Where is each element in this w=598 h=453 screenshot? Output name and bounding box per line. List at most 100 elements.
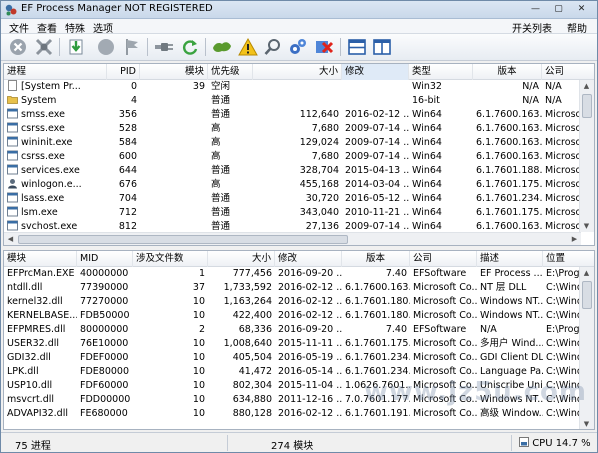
process-cell-size [253, 94, 342, 108]
col-type[interactable]: 类型 [409, 64, 473, 80]
module-cell-count: 10 [192, 338, 205, 349]
cpu-usage-text: CPU 14.7 % [532, 438, 591, 449]
process-row[interactable]: csrss.exe 600 高 7,680 2009-07-14 ... Win64 6.1… [4, 150, 594, 164]
scroll-right-arrow-icon[interactable]: ▶ [568, 233, 581, 245]
process-cell-version: 6.1.7601.175... [476, 179, 542, 190]
module-row[interactable]: kernel32.dll 77270000 10 1,163,264 2016-02-1… [4, 295, 594, 309]
col-file-count[interactable]: 涉及文件数 [133, 251, 208, 267]
process-cell-type: Win64 [412, 109, 442, 120]
module-row[interactable]: ADVAPI32.dll FE680000 10 880,128 2016-02-12 … [4, 407, 594, 421]
module-cell-version: 7.40 [385, 268, 407, 279]
process-cell-pid: 712 [118, 207, 137, 218]
process-icon [7, 192, 18, 203]
col-mod-company[interactable]: 公司 [410, 251, 477, 267]
module-cell-name: EFPMRES.dll [7, 324, 66, 335]
process-row[interactable]: [System Pr... 0 39 空闲 Win32 N/A N/A [4, 80, 594, 94]
menu-options[interactable]: 选项 [93, 20, 113, 35]
scroll-up-arrow-icon[interactable]: ▲ [580, 267, 593, 279]
circle-icon[interactable] [94, 36, 118, 58]
scroll-up-arrow-icon[interactable]: ▲ [580, 80, 593, 92]
module-row[interactable]: GDI32.dll FDEF0000 10 405,504 2016-05-19 ...… [4, 351, 594, 365]
search-icon[interactable] [261, 36, 285, 58]
process-vscrollbar[interactable]: ▲ ▼ [579, 80, 594, 232]
module-cell-size: 777,456 [232, 268, 272, 279]
process-row[interactable]: csrss.exe 528 高 7,680 2009-07-14 ... Win64 6.1… [4, 122, 594, 136]
settings-icon[interactable] [286, 36, 310, 58]
process-hscrollbar[interactable]: ◀ ▶ [4, 232, 581, 245]
col-mod-version[interactable]: 版本 [342, 251, 410, 267]
process-cell-version: 6.1.7600.163... [476, 109, 542, 120]
module-cell-name: kernel32.dll [7, 296, 63, 307]
process-cell-size: 455,168 [299, 179, 339, 190]
flag-icon[interactable] [120, 36, 144, 58]
process-row[interactable]: lsass.exe 704 普通 30,720 2016-05-12 ... Win64 6… [4, 192, 594, 206]
scroll-left-arrow-icon[interactable]: ◀ [4, 233, 17, 245]
col-process[interactable]: 进程 [4, 64, 107, 80]
process-cell-name: services.exe [4, 164, 107, 178]
warning-icon[interactable] [236, 36, 260, 58]
minimize-button[interactable]: — [527, 3, 544, 15]
map-icon[interactable] [210, 36, 234, 58]
process-row[interactable]: wininit.exe 584 高 129,024 2009-07-14 ... Win6… [4, 136, 594, 150]
process-row[interactable]: lsm.exe 712 普通 343,040 2010-11-21 ... Win64 6.… [4, 206, 594, 220]
kill-icon[interactable] [32, 36, 56, 58]
col-version[interactable]: 版本 [473, 64, 542, 80]
module-cell-count: 37 [192, 282, 205, 293]
status-divider [511, 435, 512, 451]
module-cell-name: GDI32.dll [7, 352, 51, 363]
col-size[interactable]: 大小 [253, 64, 342, 80]
col-description[interactable]: 描述 [477, 251, 543, 267]
process-cell-pid: 528 [118, 123, 137, 134]
scroll-down-arrow-icon[interactable]: ▼ [580, 418, 593, 429]
col-mod-size[interactable]: 大小 [208, 251, 275, 267]
col-mod-modified[interactable]: 修改 [275, 251, 342, 267]
module-vscroll-thumb[interactable] [582, 281, 592, 309]
process-cell-size: 7,680 [311, 151, 339, 162]
menu-switch-list[interactable]: 开关列表 [512, 20, 552, 35]
scroll-down-arrow-icon[interactable]: ▼ [580, 220, 593, 232]
process-row[interactable]: winlogon.e... 676 高 455,168 2014-03-04 ... Wi… [4, 178, 594, 192]
module-row[interactable]: EFPMRES.dll 80000000 2 68,336 2016-09-20 ...… [4, 323, 594, 337]
process-row[interactable]: services.exe 644 普通 328,704 2015-04-13 ... Wi… [4, 164, 594, 178]
window-icon[interactable] [370, 36, 394, 58]
plug-icon[interactable] [152, 36, 176, 58]
stop-icon[interactable] [6, 36, 30, 58]
col-module[interactable]: 模块 [4, 251, 77, 267]
col-location[interactable]: 位置 [543, 251, 594, 267]
process-icon [7, 108, 18, 119]
col-modified[interactable]: 修改 [342, 64, 409, 80]
layout-icon[interactable] [345, 36, 369, 58]
menu-special[interactable]: 特殊 [65, 20, 85, 35]
process-row[interactable]: System 4 普通 16-bit N/A N/A [4, 94, 594, 108]
process-row[interactable]: smss.exe 356 普通 112,640 2016-02-12 ... Win64 6… [4, 108, 594, 122]
download-icon[interactable] [64, 36, 88, 58]
process-vscroll-thumb[interactable] [582, 94, 592, 118]
module-row[interactable]: KERNELBASE.... FDB50000 10 422,400 2016-02-1… [4, 309, 594, 323]
col-company[interactable]: 公司 [542, 64, 594, 80]
close-button[interactable]: ✕ [573, 3, 590, 15]
title-bar[interactable]: EF Process Manager NOT REGISTERED — ▢ ✕ [1, 1, 597, 19]
process-hscroll-thumb[interactable] [18, 235, 348, 244]
module-row[interactable]: EFPrcMan.EXE 40000000 1 777,456 2016-09-20 .… [4, 267, 594, 281]
process-name: lsm.exe [21, 207, 58, 218]
refresh-icon[interactable] [178, 36, 202, 58]
menu-view[interactable]: 查看 [37, 20, 57, 35]
maximize-button[interactable]: ▢ [550, 3, 567, 15]
col-pid[interactable]: PID [107, 64, 140, 80]
module-cell-mid: FDD00000 [80, 394, 131, 405]
process-cell-modules [140, 164, 208, 178]
menu-help[interactable]: 帮助 [567, 20, 587, 35]
module-cell-mid: 77390000 [80, 282, 129, 293]
col-modules[interactable]: 模块 [140, 64, 208, 80]
process-cell-modules [140, 136, 208, 150]
col-mid[interactable]: MID [77, 251, 133, 267]
module-cell-company: Microsoft Co... [413, 408, 477, 419]
process-cell-modified [342, 80, 409, 94]
error-icon[interactable] [312, 36, 336, 58]
module-row[interactable]: USER32.dll 76E10000 10 1,008,640 2015-11-11 … [4, 337, 594, 351]
process-cell-modules [140, 122, 208, 136]
menu-file[interactable]: 文件 [9, 20, 29, 35]
module-row[interactable]: ntdll.dll 77390000 37 1,733,592 2016-02-12 .… [4, 281, 594, 295]
module-cell-mid: 76E10000 [80, 338, 129, 349]
col-priority[interactable]: 优先级 [208, 64, 253, 80]
